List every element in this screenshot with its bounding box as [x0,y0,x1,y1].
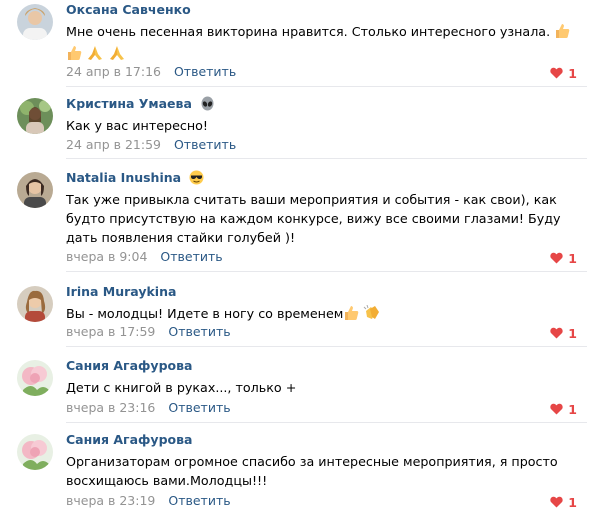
author-name[interactable]: Сания Агафурова [66,358,192,373]
author-name[interactable]: Natalia Inushina [66,170,181,185]
comment-author[interactable]: Сания Агафурова [66,358,192,374]
comment-date[interactable]: 24 апр в 21:59 [66,137,161,152]
reply-button[interactable]: Ответить [160,249,222,264]
heart-icon [550,249,563,268]
like-count: 1 [568,65,577,81]
reply-button[interactable]: Ответить [174,64,236,79]
avatar[interactable] [17,4,53,40]
heart-icon [550,400,563,419]
thumbs-up-icon [554,23,570,44]
comment-date[interactable]: вчера в 17:59 [66,324,155,339]
divider [66,271,587,272]
alien-icon [200,96,215,115]
comment-item: Сания Агафурова Дети с книгой в руках...… [0,358,603,418]
comment-text: Как у вас интересно! [66,116,571,135]
like-count: 1 [568,250,577,266]
comment-text: Дети с книгой в руках..., только + [66,378,571,397]
comment-author[interactable]: Natalia Inushina [66,170,204,189]
comment-text: Организаторам огромное спасибо за интере… [66,452,571,490]
comment-meta: 24 апр в 17:16 Ответить [66,64,236,80]
comment-author[interactable]: Irina Muraykina [66,284,176,300]
divider [66,346,587,347]
thumbs-up-icon [343,305,359,326]
comment-author[interactable]: Сания Агафурова [66,432,192,448]
like-count: 1 [568,494,577,510]
author-name[interactable]: Сания Агафурова [66,432,192,447]
like-count: 1 [568,401,577,417]
heart-icon [550,493,563,512]
avatar[interactable] [17,360,53,396]
comment-text: Мне очень песенная викторина нравится. С… [66,22,571,66]
praying-hands-icon [86,45,104,66]
comment-meta: вчера в 23:19 Ответить [66,493,231,509]
divider [66,158,587,159]
comment-item: Сания Агафурова Организаторам огромное с… [0,432,603,512]
comment-item: Кристина Умаева Как у вас интересно! 24 … [0,96,603,156]
author-name[interactable]: Оксана Савченко [66,2,191,17]
divider [66,86,587,87]
thumbs-up-icon [66,45,82,66]
praying-hands-icon [108,45,126,66]
comment-meta: вчера в 9:04 Ответить [66,249,223,265]
reply-button[interactable]: Ответить [168,493,230,508]
comment-item: Natalia Inushina Так уже привыкла считат… [0,170,603,270]
comment-text-content: Дети с книгой в руках..., только + [66,380,297,395]
comment-text-content: Мне очень песенная викторина нравится. С… [66,24,551,39]
comment-text: Вы - молодцы! Идете в ногу со временем [66,304,571,326]
like-button[interactable]: 1 [550,400,577,419]
comment-author[interactable]: Кристина Умаева [66,96,215,115]
comment-date[interactable]: вчера в 23:19 [66,493,155,508]
comment-text-content: Как у вас интересно! [66,118,208,133]
comment-text-content: Так уже привыкла считать ваши мероприяти… [66,192,561,245]
like-button[interactable]: 1 [550,324,577,343]
heart-icon [550,324,563,343]
avatar[interactable] [17,286,53,322]
reply-button[interactable]: Ответить [174,137,236,152]
reply-button[interactable]: Ответить [168,400,230,415]
comments-feed: Оксана Савченко Мне очень песенная викто… [0,0,603,514]
comment-date[interactable]: 24 апр в 17:16 [66,64,161,79]
like-button[interactable]: 1 [550,64,577,83]
comment-text-content: Вы - молодцы! Идете в ногу со временем [66,306,344,321]
avatar[interactable] [17,98,53,134]
comment-meta: вчера в 17:59 Ответить [66,324,231,340]
comment-meta: вчера в 23:16 Ответить [66,400,231,416]
comment-date[interactable]: вчера в 9:04 [66,249,147,264]
reply-button[interactable]: Ответить [168,324,230,339]
like-button[interactable]: 1 [550,249,577,268]
like-button[interactable]: 1 [550,493,577,512]
author-name[interactable]: Кристина Умаева [66,96,192,111]
avatar[interactable] [17,172,53,208]
comment-meta: 24 апр в 21:59 Ответить [66,137,236,153]
comment-item: Irina Muraykina Вы - молодцы! Идете в но… [0,284,603,344]
author-name[interactable]: Irina Muraykina [66,284,176,299]
like-count: 1 [568,325,577,341]
comment-author[interactable]: Оксана Савченко [66,2,191,18]
comment-text: Так уже привыкла считать ваши мероприяти… [66,190,571,247]
sunglasses-icon [189,170,204,189]
avatar[interactable] [17,434,53,470]
heart-icon [550,64,563,83]
divider [66,422,587,423]
comment-date[interactable]: вчера в 23:16 [66,400,155,415]
comment-text-content: Организаторам огромное спасибо за интере… [66,454,558,488]
clapping-hands-icon [363,304,381,326]
comment-item: Оксана Савченко Мне очень песенная викто… [0,2,603,82]
